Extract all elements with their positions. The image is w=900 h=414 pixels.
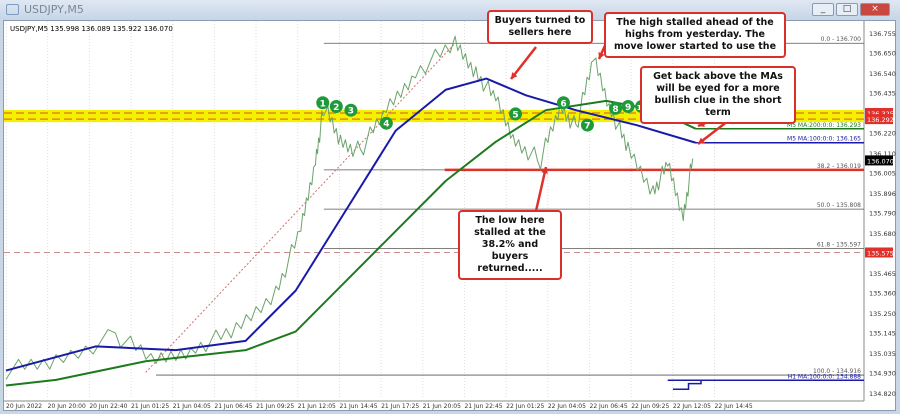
h1-ma-line xyxy=(672,380,702,390)
x-tick-label: 22 Jun 01:25 xyxy=(506,403,544,410)
numbered-marker-label: 8 xyxy=(612,105,618,115)
level-label: H1 MA:100:0:0: 134.888 xyxy=(788,373,861,380)
minimize-button[interactable]: _ xyxy=(812,3,834,16)
price-tag-label: 136.070 xyxy=(867,157,894,165)
x-tick-label: 21 Jun 20:05 xyxy=(423,403,461,410)
x-tick-label: 21 Jun 14:45 xyxy=(339,403,377,410)
price-tag-label: 135.575 xyxy=(867,249,894,257)
x-tick-label: 21 Jun 17:25 xyxy=(381,403,419,410)
callout-get-back-above: Get back above the MAs will be eyed for … xyxy=(640,66,796,124)
y-tick-label: 136.540 xyxy=(869,70,896,78)
y-tick-label: 136.435 xyxy=(869,90,896,98)
numbered-marker-label: 5 xyxy=(512,110,518,120)
level-label: 50.0 - 135.808 xyxy=(817,202,861,209)
level-label: 61.8 - 135.597 xyxy=(817,241,861,248)
y-tick-label: 136.005 xyxy=(869,170,896,178)
y-tick-label: 134.930 xyxy=(869,369,896,377)
maximize-button[interactable]: □ xyxy=(836,3,858,16)
ma200-line xyxy=(5,99,697,387)
y-tick-label: 135.896 xyxy=(869,190,896,198)
price-tag-label: 136.292 xyxy=(867,116,894,124)
callout-low-stalled: The low here stalled at the 38.2% and bu… xyxy=(458,210,562,280)
x-tick-label: 21 Jun 04:05 xyxy=(173,403,211,410)
x-tick-label: 21 Jun 06:45 xyxy=(214,403,252,410)
y-tick-label: 136.755 xyxy=(869,30,896,38)
y-tick-label: 135.145 xyxy=(869,329,896,337)
numbered-marker-label: 6 xyxy=(560,99,566,109)
callout-high-stalled: The high stalled ahead of the highs from… xyxy=(604,12,786,58)
x-tick-label: 22 Jun 09:25 xyxy=(631,403,669,410)
y-tick-label: 136.650 xyxy=(869,50,896,58)
fib-trend-line xyxy=(145,42,456,373)
close-button[interactable]: × xyxy=(860,3,890,16)
level-label: 0.0 - 136.700 xyxy=(821,36,862,43)
chart-window-icon xyxy=(6,4,19,15)
numbered-marker-label: 2 xyxy=(333,103,339,113)
y-tick-label: 135.250 xyxy=(869,310,896,318)
x-tick-label: 20 Jun 2022 xyxy=(6,403,42,410)
y-tick-label: 135.035 xyxy=(869,350,896,358)
x-tick-label: 22 Jun 04:05 xyxy=(548,403,586,410)
x-tick-label: 22 Jun 14:45 xyxy=(715,403,753,410)
numbered-marker-label: 4 xyxy=(383,120,389,130)
level-label: M5 MA:200:0:0: 136.293 xyxy=(787,122,861,129)
x-tick-label: 21 Jun 01:25 xyxy=(131,403,169,410)
numbered-marker-label: 9 xyxy=(625,103,631,113)
callout-buyers-turned: Buyers turned to sellers here xyxy=(487,10,593,44)
x-tick-label: 22 Jun 06:45 xyxy=(590,403,628,410)
x-tick-label: 20 Jun 22:40 xyxy=(89,403,127,410)
symbol-ohlc-info: USDJPY,M5 135.998 136.089 135.922 136.07… xyxy=(10,25,173,33)
y-tick-label: 135.680 xyxy=(869,230,896,238)
x-tick-label: 21 Jun 12:05 xyxy=(298,403,336,410)
numbered-marker-label: 1 xyxy=(320,99,326,109)
x-tick-label: 20 Jun 20:00 xyxy=(48,403,86,410)
y-tick-label: 135.790 xyxy=(869,209,896,217)
numbered-marker-label: 7 xyxy=(584,122,590,132)
y-tick-label: 135.465 xyxy=(869,270,896,278)
y-tick-label: 135.360 xyxy=(869,289,896,297)
numbered-marker-label: 3 xyxy=(348,107,354,117)
level-label: M5 MA:100:0:0: 136.165 xyxy=(787,136,861,143)
x-tick-label: 22 Jun 12:05 xyxy=(673,403,711,410)
y-tick-label: 134.820 xyxy=(869,390,896,398)
x-tick-label: 21 Jun 09:25 xyxy=(256,403,294,410)
x-tick-label: 21 Jun 22:45 xyxy=(464,403,502,410)
window-title: USDJPY,M5 xyxy=(24,3,84,16)
annotation-arrow xyxy=(534,166,548,212)
y-tick-label: 136.220 xyxy=(869,130,896,138)
